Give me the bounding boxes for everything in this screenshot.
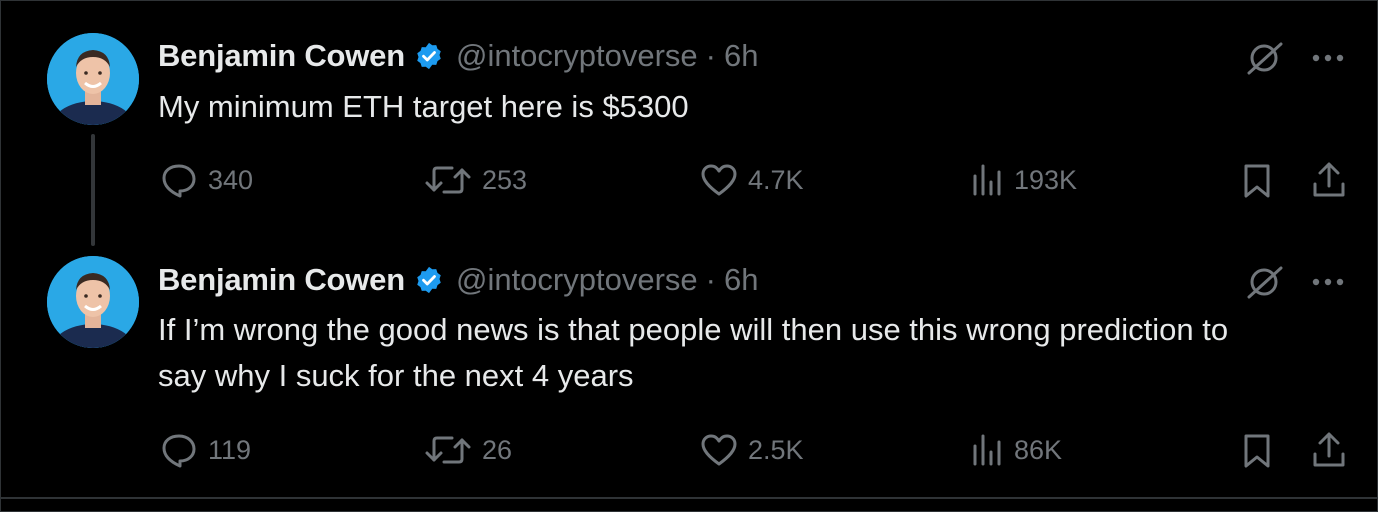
- tweet-text: If I’m wrong the good news is that peopl…: [158, 312, 1229, 393]
- author-name[interactable]: Benjamin Cowen: [158, 262, 405, 298]
- tweet-header: Benjamin Cowen @intocryptoverse · 6h: [158, 36, 758, 76]
- bookmark-icon[interactable]: [1241, 162, 1273, 205]
- separator-dot: ·: [705, 262, 716, 297]
- like-icon: [700, 162, 738, 198]
- timestamp[interactable]: 6h: [724, 262, 758, 298]
- repost-icon: [424, 432, 472, 468]
- bookmark-icon[interactable]: [1241, 432, 1273, 475]
- timestamp[interactable]: 6h: [724, 38, 758, 74]
- avatar[interactable]: [47, 33, 139, 125]
- more-icon[interactable]: [1311, 50, 1347, 68]
- repost-count: 253: [482, 164, 528, 195]
- reply-button[interactable]: 119: [160, 432, 251, 468]
- repost-icon: [424, 162, 472, 198]
- repost-button[interactable]: 26: [424, 432, 512, 468]
- thread-connector-line: [91, 134, 95, 246]
- reply-count: 340: [208, 164, 254, 195]
- author-name[interactable]: Benjamin Cowen: [158, 38, 405, 74]
- views-button[interactable]: 193K: [970, 162, 1077, 198]
- share-icon[interactable]: [1311, 430, 1347, 475]
- share-icon[interactable]: [1311, 160, 1347, 205]
- avatar[interactable]: [47, 256, 139, 348]
- views-icon: [970, 432, 1004, 468]
- like-count: 2.5K: [748, 434, 804, 465]
- author-handle[interactable]: @intocryptoverse: [456, 262, 698, 298]
- more-icon[interactable]: [1311, 274, 1347, 292]
- tweet-text: My minimum ETH target here is $5300: [158, 89, 689, 124]
- repost-button[interactable]: 253: [424, 162, 527, 198]
- views-icon: [970, 162, 1004, 198]
- reply-count: 119: [208, 434, 252, 465]
- views-count: 86K: [1014, 434, 1063, 465]
- like-button[interactable]: 4.7K: [700, 162, 804, 198]
- views-count: 193K: [1014, 164, 1078, 195]
- grok-icon[interactable]: [1245, 40, 1285, 81]
- repost-count: 26: [482, 434, 513, 465]
- like-icon: [700, 432, 738, 468]
- divider: [0, 497, 1378, 499]
- like-count: 4.7K: [748, 164, 804, 195]
- verified-badge-icon[interactable]: [414, 41, 444, 71]
- reply-icon: [160, 162, 198, 198]
- grok-icon[interactable]: [1245, 264, 1285, 305]
- verified-badge-icon[interactable]: [414, 265, 444, 295]
- reply-button[interactable]: 340: [160, 162, 253, 198]
- separator-dot: ·: [705, 38, 716, 73]
- author-handle[interactable]: @intocryptoverse: [456, 38, 698, 74]
- views-button[interactable]: 86K: [970, 432, 1062, 468]
- like-button[interactable]: 2.5K: [700, 432, 804, 468]
- tweet-header: Benjamin Cowen @intocryptoverse · 6h: [158, 260, 758, 300]
- reply-icon: [160, 432, 198, 468]
